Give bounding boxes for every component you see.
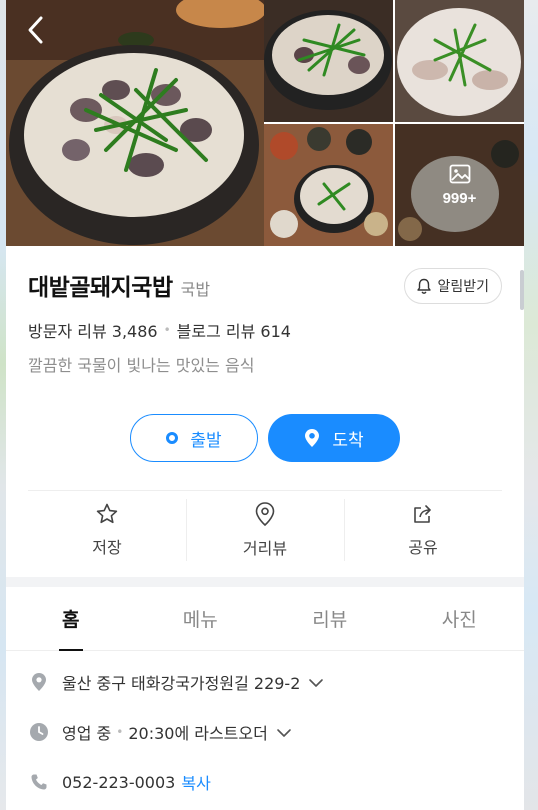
separator-dot: • (116, 725, 124, 739)
photo-thumbnails: 999+ (264, 0, 524, 246)
start-button[interactable]: 출발 (130, 414, 258, 462)
place-category: 국밥 (180, 280, 211, 299)
share-button[interactable]: 공유 (344, 499, 502, 561)
address-text: 울산 중구 태화강국가정원길 229-2 (62, 674, 301, 693)
phone-icon (28, 773, 50, 791)
phone-row[interactable]: 052-223-0003 복사 (28, 757, 502, 807)
place-detail-panel: 999+ 대밭골돼지국밥 국밥 알림받기 방문자 리뷰 3,486 • 블로그 … (6, 0, 524, 810)
map-background-right (524, 0, 538, 810)
open-status: 영업 중 (62, 724, 112, 743)
alarm-button[interactable]: 알림받기 (404, 268, 502, 304)
clock-icon (28, 722, 50, 742)
separator-dot: • (163, 323, 171, 337)
save-button[interactable]: 저장 (28, 499, 186, 561)
star-icon (96, 503, 118, 524)
tab-menu[interactable]: 메뉴 (136, 587, 266, 650)
scrollbar-thumb[interactable] (520, 270, 524, 310)
chevron-down-icon[interactable] (276, 723, 292, 742)
phone-number: 052-223-0003 (62, 772, 176, 792)
tab-bar: 홈 메뉴 리뷰 사진 (6, 587, 524, 651)
address-row[interactable]: 울산 중구 태화강국가정원길 229-2 (28, 657, 502, 707)
tab-photos[interactable]: 사진 (395, 587, 525, 650)
chevron-left-icon (28, 16, 43, 44)
place-info: 대밭골돼지국밥 국밥 알림받기 방문자 리뷰 3,486 • 블로그 리뷰 61… (6, 246, 524, 569)
copy-phone-button[interactable]: 복사 (181, 770, 210, 794)
street-view-button[interactable]: 거리뷰 (186, 499, 344, 561)
tab-reviews[interactable]: 리뷰 (265, 587, 395, 650)
hours-row[interactable]: 영업 중 • 20:30에 라스트오더 (28, 707, 502, 757)
alarm-label: 알림받기 (437, 279, 489, 295)
visitor-review-count[interactable]: 방문자 리뷰 3,486 (28, 318, 158, 342)
bell-icon (417, 278, 432, 294)
blog-review-count[interactable]: 블로그 리뷰 614 (177, 318, 291, 342)
photo-thumbnail[interactable] (395, 0, 524, 122)
main-photo[interactable] (6, 0, 264, 246)
place-details: 울산 중구 태화강국가정원길 229-2 영업 중 • 20:30에 라스트오더 (6, 651, 524, 807)
arrive-label: 도착 (332, 430, 364, 451)
image-icon (449, 164, 470, 183)
photo-thumbnail[interactable] (264, 124, 393, 246)
photo-thumbnail-more[interactable]: 999+ (395, 124, 524, 246)
route-buttons: 출발 도착 (28, 414, 502, 462)
back-button[interactable] (18, 12, 54, 48)
start-label: 출발 (190, 430, 222, 451)
action-bar: 저장 거리뷰 공유 (28, 491, 502, 569)
more-photos-overlay: 999+ (395, 124, 524, 246)
arrive-button[interactable]: 도착 (268, 414, 400, 462)
save-label: 저장 (92, 538, 122, 557)
place-description: 깔끔한 국물이 빛나는 맛있는 음식 (28, 356, 255, 375)
location-icon (28, 672, 50, 692)
chevron-down-icon[interactable] (308, 673, 324, 692)
start-point-icon (166, 432, 179, 444)
review-counts: 방문자 리뷰 3,486 • 블로그 리뷰 614 (28, 318, 502, 342)
location-pin-icon (305, 429, 320, 447)
share-label: 공유 (408, 538, 438, 557)
map-pin-outline-icon (255, 502, 275, 527)
section-separator (6, 577, 524, 587)
more-photos-count: 999+ (442, 189, 477, 207)
photo-gallery: 999+ (6, 0, 524, 246)
last-order: 20:30에 라스트오더 (128, 724, 268, 743)
share-icon (414, 505, 431, 523)
photo-thumbnail[interactable] (264, 0, 393, 122)
street-view-label: 거리뷰 (242, 539, 288, 558)
place-name: 대밭골돼지국밥 (28, 275, 173, 301)
tab-home[interactable]: 홈 (6, 587, 136, 651)
